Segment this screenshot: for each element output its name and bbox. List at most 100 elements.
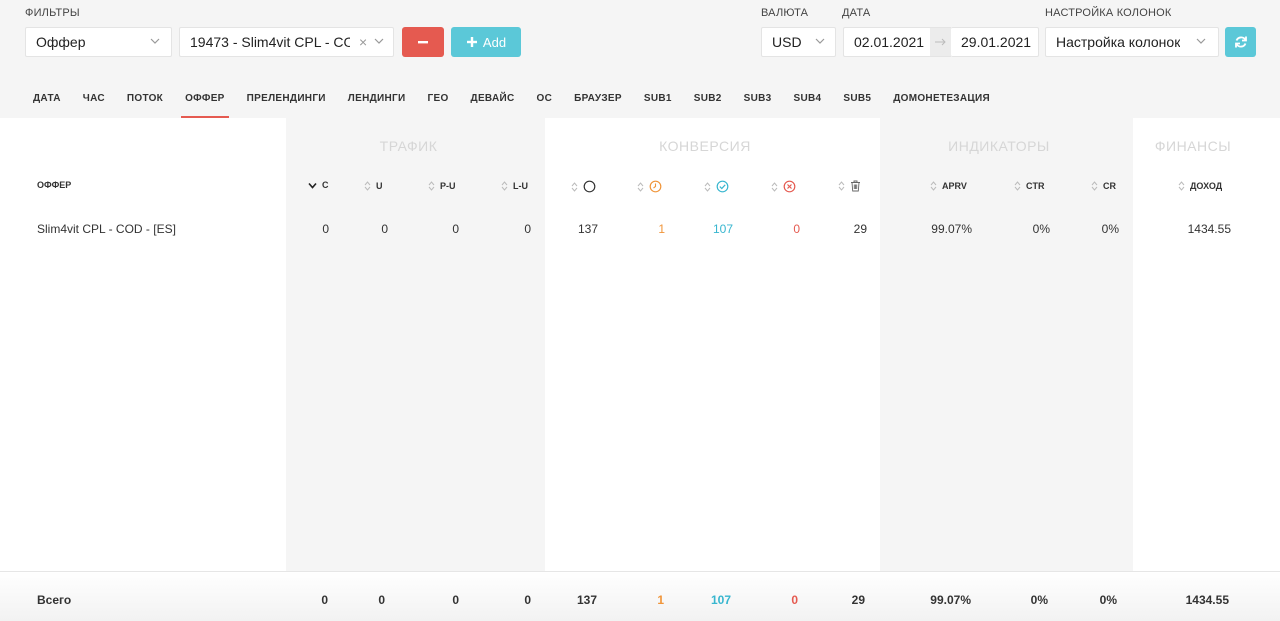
row-ctr: 0% bbox=[1032, 222, 1050, 236]
minus-icon bbox=[418, 41, 428, 44]
trash-icon bbox=[851, 180, 860, 192]
clock-icon bbox=[649, 180, 662, 193]
header-pu-label: P-U bbox=[440, 181, 456, 191]
clear-selection-icon[interactable]: × bbox=[359, 34, 367, 50]
header-lu[interactable]: L-U bbox=[501, 180, 528, 192]
sort-icon bbox=[364, 181, 371, 191]
add-filter-button[interactable]: Add bbox=[451, 27, 521, 57]
filters-label: ФИЛЬТРЫ bbox=[25, 7, 80, 19]
totals-aprv: 99.07% bbox=[930, 593, 971, 607]
header-income-label: ДОХОД bbox=[1190, 181, 1223, 191]
currency-value: USD bbox=[772, 34, 802, 50]
columns-setting-label: НАСТРОЙКА КОЛОНОК bbox=[1045, 7, 1172, 19]
columns-setting-value: Настройка колонок bbox=[1056, 34, 1181, 50]
header-approved[interactable] bbox=[704, 180, 729, 193]
group-title-traffic: ТРАФИК bbox=[379, 138, 438, 154]
chevron-down-icon bbox=[150, 36, 160, 46]
currency-select[interactable]: USD bbox=[761, 27, 836, 57]
refresh-button[interactable] bbox=[1225, 27, 1256, 57]
x-circle-icon bbox=[783, 180, 796, 193]
sort-icon bbox=[501, 181, 508, 191]
columns-setting-select[interactable]: Настройка колонок bbox=[1045, 27, 1219, 57]
header-income[interactable]: ДОХОД bbox=[1178, 180, 1222, 192]
header-pu[interactable]: P-U bbox=[428, 180, 456, 192]
filter-type-value: Оффер bbox=[36, 34, 86, 50]
offer-select-value: 19473 - Slim4vit CPL - CO... bbox=[190, 34, 350, 50]
row-c: 0 bbox=[322, 222, 329, 236]
header-u[interactable]: U bbox=[364, 180, 383, 192]
row-total-leads: 137 bbox=[577, 222, 598, 236]
check-circle-icon bbox=[716, 180, 729, 193]
header-c-label: C bbox=[322, 180, 329, 190]
sort-icon bbox=[1014, 181, 1021, 191]
header-ctr-label: CTR bbox=[1026, 181, 1045, 191]
totals-trash: 29 bbox=[851, 593, 865, 607]
header-offer[interactable]: ОФФЕР bbox=[37, 180, 71, 190]
row-pu: 0 bbox=[452, 222, 459, 236]
tab-landings[interactable]: ЛЕНДИНГИ bbox=[337, 82, 417, 118]
row-approved: 107 bbox=[712, 222, 733, 236]
circle-icon bbox=[583, 180, 596, 193]
tab-demonetization[interactable]: ДОМОНЕТЕЗАЦИЯ bbox=[882, 82, 1001, 118]
row-income: 1434.55 bbox=[1187, 222, 1231, 236]
tab-device[interactable]: ДЕВАЙС bbox=[460, 82, 526, 118]
header-ctr[interactable]: CTR bbox=[1014, 180, 1045, 192]
totals-approved: 107 bbox=[710, 593, 731, 607]
row-u: 0 bbox=[381, 222, 388, 236]
tab-sub4[interactable]: SUB4 bbox=[782, 82, 832, 118]
header-lu-label: L-U bbox=[513, 181, 528, 191]
date-to-input[interactable]: 29.01.2021 bbox=[951, 27, 1039, 57]
totals-hold: 1 bbox=[657, 593, 664, 607]
totals-u: 0 bbox=[378, 593, 385, 607]
row-hold: 1 bbox=[658, 222, 665, 236]
sort-icon bbox=[838, 181, 845, 191]
totals-income: 1434.55 bbox=[1185, 593, 1229, 607]
totals-ctr: 0% bbox=[1030, 593, 1048, 607]
tab-sub5[interactable]: SUB5 bbox=[832, 82, 882, 118]
tab-os[interactable]: ОС bbox=[525, 82, 563, 118]
traffic-column-group bbox=[286, 118, 545, 621]
tab-browser[interactable]: БРАУЗЕР bbox=[563, 82, 633, 118]
add-button-label: Add bbox=[482, 34, 507, 50]
header-cr-label: CR bbox=[1103, 181, 1116, 191]
date-from-input[interactable]: 02.01.2021 bbox=[843, 27, 931, 57]
tab-sub3[interactable]: SUB3 bbox=[733, 82, 783, 118]
tab-offer[interactable]: ОФФЕР bbox=[174, 82, 236, 118]
totals-pu: 0 bbox=[452, 593, 459, 607]
row-offer-name[interactable]: Slim4vit CPL - COD - [ES] bbox=[37, 222, 176, 236]
totals-cr: 0% bbox=[1099, 593, 1117, 607]
grouping-tabs: ДАТА ЧАС ПОТОК ОФФЕР ПРЕЛЕНДИНГИ ЛЕНДИНГ… bbox=[22, 82, 1001, 118]
header-hold[interactable] bbox=[637, 180, 662, 193]
header-aprv[interactable]: APRV bbox=[930, 180, 967, 192]
group-title-finance: ФИНАНСЫ bbox=[1154, 138, 1232, 154]
sort-icon bbox=[930, 181, 937, 191]
header-cr[interactable]: CR bbox=[1091, 180, 1116, 192]
tab-sub2[interactable]: SUB2 bbox=[683, 82, 733, 118]
offer-select[interactable]: 19473 - Slim4vit CPL - CO... × bbox=[179, 27, 394, 57]
header-total-leads[interactable] bbox=[571, 180, 596, 193]
header-c[interactable]: C bbox=[308, 180, 329, 190]
header-aprv-label: APRV bbox=[942, 181, 967, 191]
filter-type-select[interactable]: Оффер bbox=[25, 27, 172, 57]
chevron-down-icon bbox=[815, 36, 825, 46]
currency-label: ВАЛЮТА bbox=[761, 7, 809, 19]
sort-icon bbox=[771, 181, 778, 192]
row-aprv: 99.07% bbox=[931, 222, 972, 236]
tab-flow[interactable]: ПОТОК bbox=[116, 82, 174, 118]
header-rejected[interactable] bbox=[771, 180, 796, 193]
remove-filter-button[interactable] bbox=[402, 27, 444, 57]
tab-geo[interactable]: ГЕО bbox=[417, 82, 460, 118]
totals-row bbox=[0, 571, 1280, 621]
tab-sub1[interactable]: SUB1 bbox=[633, 82, 683, 118]
refresh-icon bbox=[1234, 36, 1247, 48]
tab-prelandings[interactable]: ПРЕЛЕНДИНГИ bbox=[236, 82, 337, 118]
filter-bar: ФИЛЬТРЫ Оффер 19473 - Slim4vit CPL - CO.… bbox=[0, 0, 1280, 118]
tab-date[interactable]: ДАТА bbox=[22, 82, 72, 118]
totals-rejected: 0 bbox=[791, 593, 798, 607]
sort-icon bbox=[704, 181, 711, 192]
totals-total-leads: 137 bbox=[576, 593, 597, 607]
sort-icon bbox=[571, 181, 578, 192]
row-lu: 0 bbox=[524, 222, 531, 236]
header-trash[interactable] bbox=[838, 180, 861, 192]
tab-hour[interactable]: ЧАС bbox=[72, 82, 116, 118]
